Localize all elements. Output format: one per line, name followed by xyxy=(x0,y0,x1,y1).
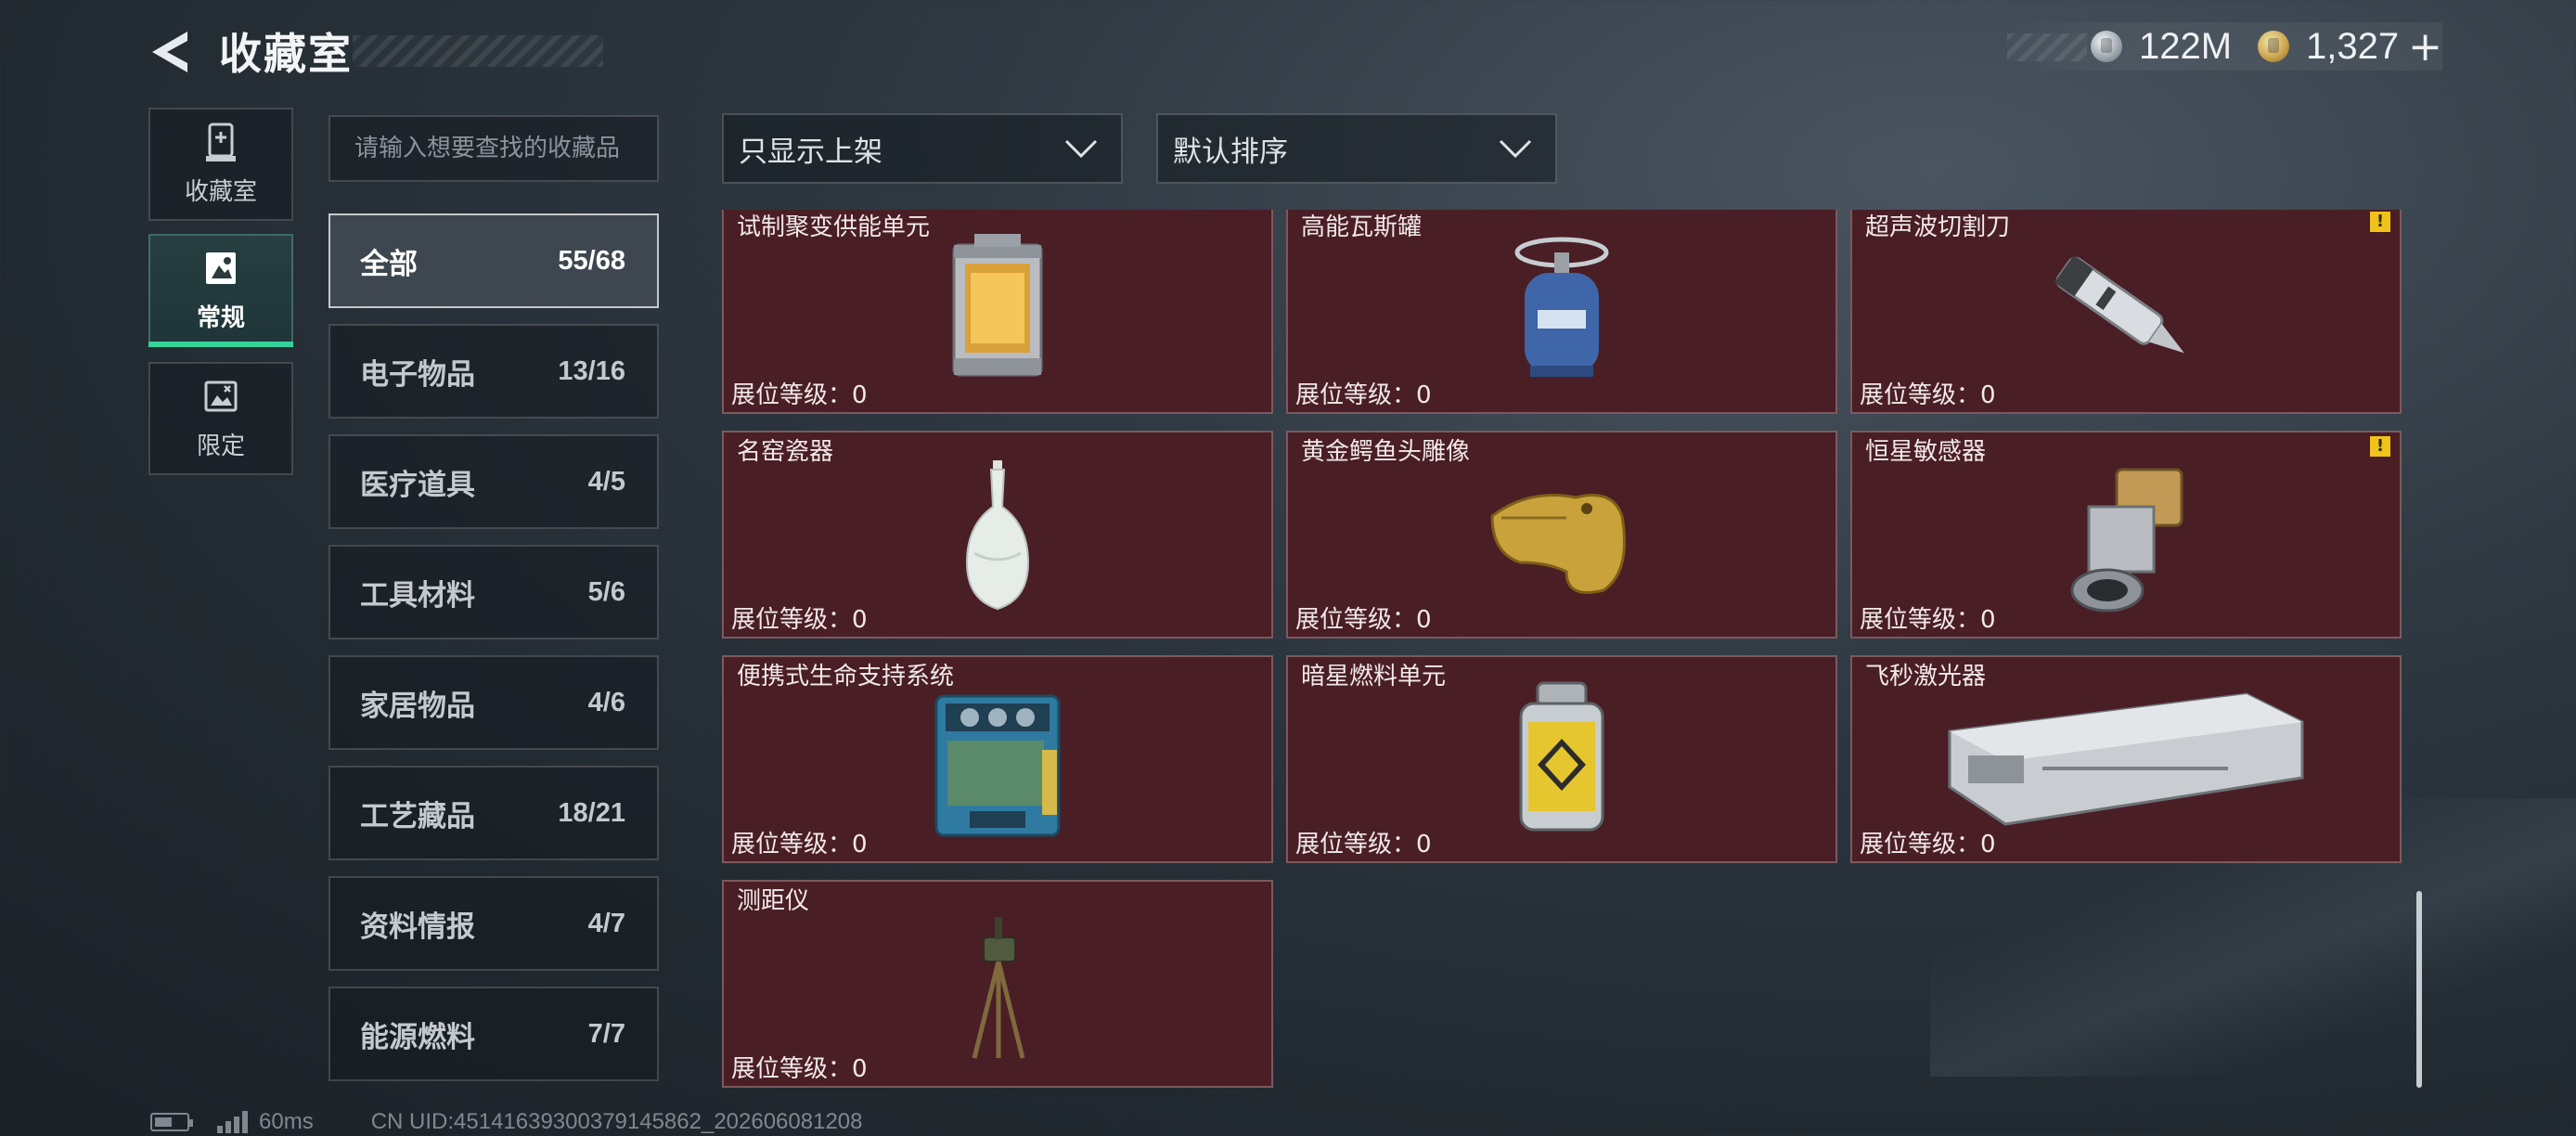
item-name: 测距仪 xyxy=(737,887,810,915)
category-electronics[interactable]: 电子物品 13/16 xyxy=(328,324,659,419)
search-input[interactable] xyxy=(328,115,659,182)
category-household[interactable]: 家居物品 4/6 xyxy=(328,655,659,750)
item-card[interactable]: 便携式生命支持系统 展位等级：0 xyxy=(722,655,1273,863)
category-tools[interactable]: 工具材料 5/6 xyxy=(328,545,659,639)
warning-badge-icon: ! xyxy=(2370,436,2390,457)
signal-strength-icon xyxy=(217,1111,248,1133)
collection-grid: 试制聚变供能单元 展位等级：0 高能瓦斯罐 展位等级：0 超声波切割刀 ! 展位… xyxy=(720,210,2403,1088)
category-count: 4/7 xyxy=(587,908,625,938)
page-title: 收藏室 xyxy=(219,29,353,79)
category-name: 能源燃料 xyxy=(360,1020,475,1054)
item-level: 展位等级：0 xyxy=(1295,831,1432,858)
item-card[interactable]: 黄金鳄鱼头雕像 展位等级：0 xyxy=(1286,431,1837,639)
category-count: 5/6 xyxy=(587,576,625,607)
ultrasonic-cutter-icon xyxy=(2054,255,2184,354)
item-level: 展位等级：0 xyxy=(1860,606,1996,634)
side-tab-collection-room[interactable]: 收藏室 xyxy=(148,108,293,221)
sort-dropdown[interactable]: 默认排序 xyxy=(1156,113,1557,184)
category-count: 4/5 xyxy=(587,466,625,497)
gold-crocodile-statue-icon xyxy=(1490,494,1626,594)
item-name: 名窑瓷器 xyxy=(737,438,834,466)
currency-decoration xyxy=(2006,33,2087,61)
item-card[interactable]: 名窑瓷器 展位等级：0 xyxy=(722,431,1273,639)
frame-photo-icon xyxy=(206,252,236,284)
item-level: 展位等级：0 xyxy=(1295,606,1432,634)
item-card[interactable]: 暗星燃料单元 展位等级：0 xyxy=(1286,655,1837,863)
title-decoration xyxy=(353,35,603,67)
warning-badge-icon: ! xyxy=(2370,212,2390,232)
battery-icon xyxy=(150,1113,193,1131)
item-name: 便携式生命支持系统 xyxy=(737,663,955,691)
display-filter-value: 只显示上架 xyxy=(739,135,882,169)
category-name: 资料情报 xyxy=(360,910,475,944)
life-support-pack-icon xyxy=(934,694,1061,837)
porcelain-vase-icon xyxy=(965,460,1030,611)
category-crafts[interactable]: 工艺藏品 18/21 xyxy=(328,766,659,860)
femtosecond-laser-icon xyxy=(1948,692,2304,826)
status-footer: 60ms CN UID:4514163930037914586​2_202606… xyxy=(150,1108,863,1136)
item-card[interactable]: 恒星敏感器 ! 展位等级：0 xyxy=(1850,431,2402,639)
category-name: 电子物品 xyxy=(360,357,475,392)
category-name: 家居物品 xyxy=(360,689,475,723)
currency-silver-value: 122M xyxy=(2138,25,2233,67)
item-card[interactable]: 试制聚变供能单元 展位等级：0 xyxy=(722,210,1273,414)
side-tab-label: 限定 xyxy=(196,432,245,460)
item-level: 展位等级：0 xyxy=(731,381,868,409)
side-tab-label: 收藏室 xyxy=(184,177,257,206)
item-level: 展位等级：0 xyxy=(731,1055,868,1083)
chevron-down-icon xyxy=(1499,139,1532,159)
category-count: 13/16 xyxy=(558,355,625,386)
ping-value: 60ms xyxy=(259,1109,314,1134)
fusion-cell-icon xyxy=(952,234,1043,377)
chevron-down-icon xyxy=(1064,139,1098,159)
category-intel[interactable]: 资料情报 4/7 xyxy=(328,876,659,971)
currency-gold-value: 1,327 xyxy=(2306,25,2400,67)
header-bar: 收藏室 122M 1,327 + xyxy=(0,0,2576,102)
item-name: 超声波切割刀 xyxy=(1865,213,2011,241)
item-name: 黄金鳄鱼头雕像 xyxy=(1301,438,1471,466)
add-currency-button[interactable]: + xyxy=(2408,23,2442,71)
category-name: 医疗道具 xyxy=(360,468,475,502)
display-filter-dropdown[interactable]: 只显示上架 xyxy=(722,113,1123,184)
category-name: 工具材料 xyxy=(360,578,475,613)
side-tab-limited[interactable]: 限定 xyxy=(148,362,293,475)
item-card[interactable]: 超声波切割刀 ! 展位等级：0 xyxy=(1850,210,2402,414)
category-all[interactable]: 全部 55/68 xyxy=(328,213,659,308)
item-level: 展位等级：0 xyxy=(1860,381,1996,409)
item-level: 展位等级：0 xyxy=(1860,831,1996,858)
item-card[interactable]: 高能瓦斯罐 展位等级：0 xyxy=(1286,210,1837,414)
gas-canister-icon xyxy=(1514,237,1609,377)
limited-photo-icon xyxy=(204,381,238,411)
silver-coin-icon xyxy=(2090,31,2122,62)
item-level: 展位等级：0 xyxy=(1295,381,1432,409)
item-name: 高能瓦斯罐 xyxy=(1301,213,1423,241)
category-count: 4/6 xyxy=(587,687,625,717)
grid-scrollbar[interactable] xyxy=(2416,891,2422,1088)
category-name: 工艺藏品 xyxy=(360,799,475,833)
item-name: 试制聚变供能单元 xyxy=(737,213,931,241)
uid-text: CN UID:4514163930037914586​2_20260608120… xyxy=(370,1109,863,1134)
category-name: 全部 xyxy=(360,247,418,281)
item-card[interactable]: 飞秒激光器 展位等级：0 xyxy=(1850,655,2402,863)
item-card[interactable]: 测距仪 展位等级：0 xyxy=(722,880,1273,1088)
gold-coin-icon xyxy=(2258,31,2290,62)
item-level: 展位等级：0 xyxy=(731,606,868,634)
rangefinder-tripod-icon xyxy=(972,917,1025,1059)
star-sensor-icon xyxy=(2070,468,2183,613)
back-arrow-icon[interactable] xyxy=(147,26,199,78)
item-level: 展位等级：0 xyxy=(731,831,868,858)
currency-display: 122M 1,327 + xyxy=(2006,22,2442,71)
category-count: 18/21 xyxy=(558,797,625,828)
category-count: 7/7 xyxy=(587,1018,625,1049)
category-energy[interactable]: 能源燃料 7/7 xyxy=(328,987,659,1081)
sort-value: 默认排序 xyxy=(1173,135,1288,169)
side-tab-regular[interactable]: 常规 xyxy=(148,234,293,347)
trophy-case-icon xyxy=(206,123,236,161)
side-tab-label: 常规 xyxy=(196,303,245,332)
fuel-cell-icon xyxy=(1519,681,1604,832)
item-name: 暗星燃料单元 xyxy=(1301,663,1447,691)
category-medical[interactable]: 医疗道具 4/5 xyxy=(328,434,659,529)
category-count: 55/68 xyxy=(558,245,625,276)
item-name: 恒星敏感器 xyxy=(1865,438,1987,466)
